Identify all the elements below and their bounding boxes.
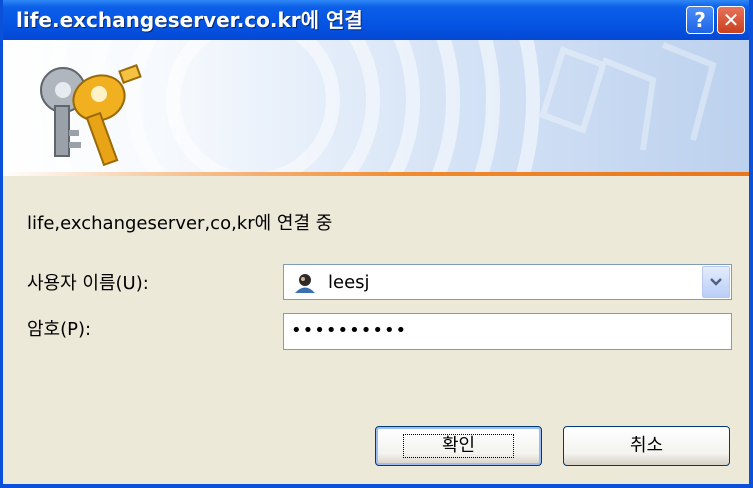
password-label: 암호(P):: [27, 319, 92, 340]
login-dialog: life.exchangeserver.co.kr에 연결 ? ✕ life,e…: [0, 0, 753, 488]
username-combobox[interactable]: leesj: [283, 264, 732, 300]
user-icon: [295, 274, 315, 293]
window-title: life.exchangeserver.co.kr에 연결: [16, 8, 363, 32]
username-value: leesj: [328, 272, 370, 293]
username-label: 사용자 이름(U):: [27, 273, 149, 294]
banner-accent-line: [3, 172, 749, 176]
password-value: ••••••••••: [291, 320, 408, 341]
ok-button-label: 확인: [402, 434, 515, 458]
banner-decoration: [6, 40, 717, 172]
password-input[interactable]: ••••••••••: [283, 313, 732, 350]
ok-button[interactable]: 확인: [375, 426, 542, 466]
banner: [3, 40, 749, 172]
cancel-button[interactable]: 취소: [563, 426, 730, 466]
chevron-down-icon: [710, 278, 722, 286]
keys-icon: [40, 64, 142, 167]
help-button[interactable]: ?: [686, 6, 714, 34]
dropdown-button[interactable]: [702, 266, 730, 298]
title-bar[interactable]: life.exchangeserver.co.kr에 연결 ? ✕: [3, 0, 749, 40]
connecting-text: life,exchangeserver,co,kr에 연결 중: [27, 213, 333, 234]
close-button[interactable]: ✕: [717, 6, 745, 34]
